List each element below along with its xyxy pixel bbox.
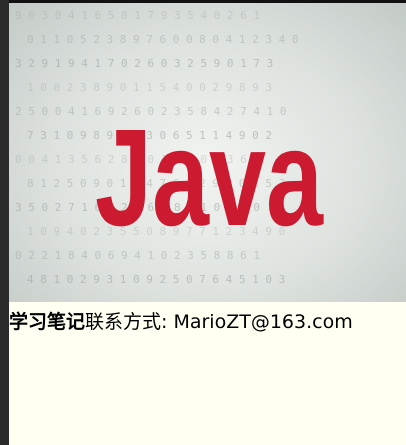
digit-row: 4 8 1 0 2 9 3 1 0 9 2 5 0 7 6 4 5 1 0 3 xyxy=(27,273,285,286)
digit-row: 0 1 1 0 5 2 3 8 9 7 6 0 0 8 0 4 1 2 3 4 … xyxy=(27,33,299,46)
caption-line: 学习笔记联系方式: MarioZT@163.com xyxy=(9,310,404,334)
java-banner-image: 9 0 3 0 4 1 6 5 8 1 7 9 3 5 4 0 2 6 10 1… xyxy=(9,3,406,302)
java-banner-graphic: 9 0 3 0 4 1 6 5 8 1 7 9 3 5 4 0 2 6 10 1… xyxy=(15,9,324,286)
caption-contact-text: 联系方式: MarioZT@163.com xyxy=(85,311,353,333)
digit-row: 1 0 0 2 3 8 9 0 1 1 5 4 0 0 2 9 8 9 3 xyxy=(27,81,272,94)
digit-row: 3 2 9 1 9 4 1 7 0 2 6 0 3 2 5 9 0 1 7 3 xyxy=(15,57,273,70)
java-word: Java xyxy=(95,101,324,255)
left-scrollbar[interactable] xyxy=(0,0,9,445)
digit-row: 9 0 3 0 4 1 6 5 8 1 7 9 3 5 4 0 2 6 1 xyxy=(15,9,260,22)
caption-bold-label: 学习笔记 xyxy=(9,311,86,333)
